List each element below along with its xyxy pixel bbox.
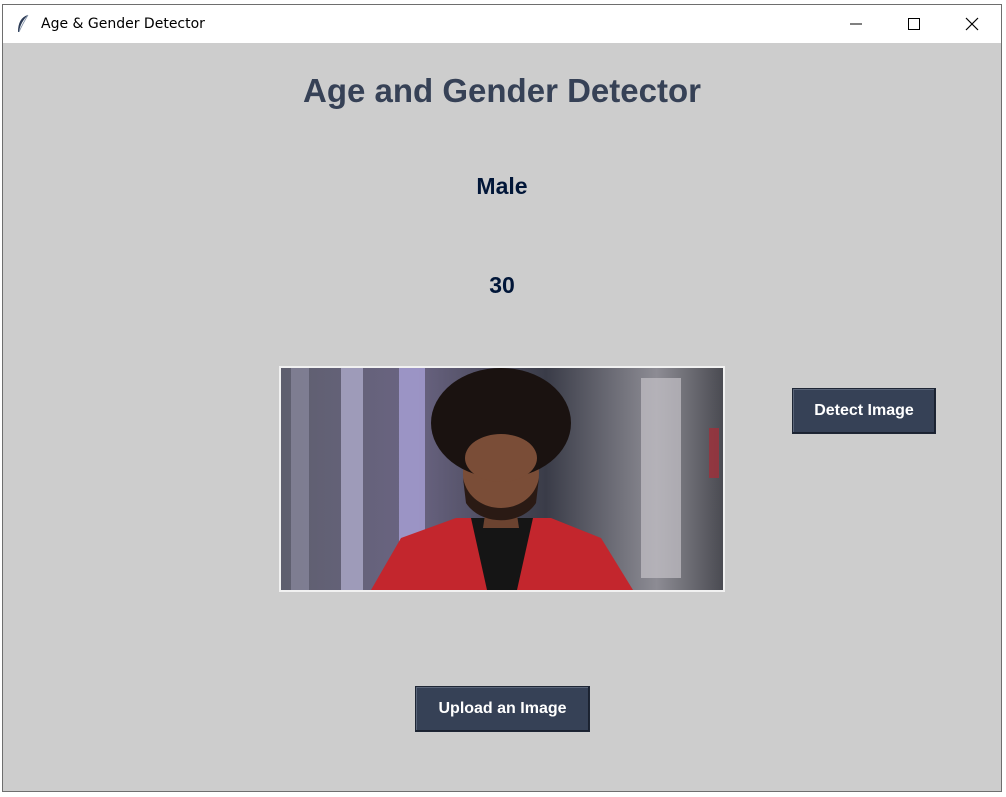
close-button[interactable] [943,5,1001,43]
close-icon [965,17,979,31]
gender-result: Male [476,173,528,199]
person-photo-image [281,368,723,590]
detect-image-button[interactable]: Detect Image [792,388,936,434]
upload-image-button[interactable]: Upload an Image [415,686,590,732]
window-controls [827,5,1001,43]
title-bar[interactable]: Age & Gender Detector [3,5,1001,43]
minimize-icon [850,23,862,25]
feather-icon [18,14,29,33]
maximize-icon [908,18,920,30]
uploaded-photo [279,366,725,592]
age-result: 30 [489,272,515,298]
maximize-button[interactable] [885,5,943,43]
app-heading: Age and Gender Detector [303,72,701,109]
window-title: Age & Gender Detector [41,16,205,32]
minimize-button[interactable] [827,5,885,43]
app-window: Age & Gender Detector Age and Gender Det… [2,4,1002,792]
